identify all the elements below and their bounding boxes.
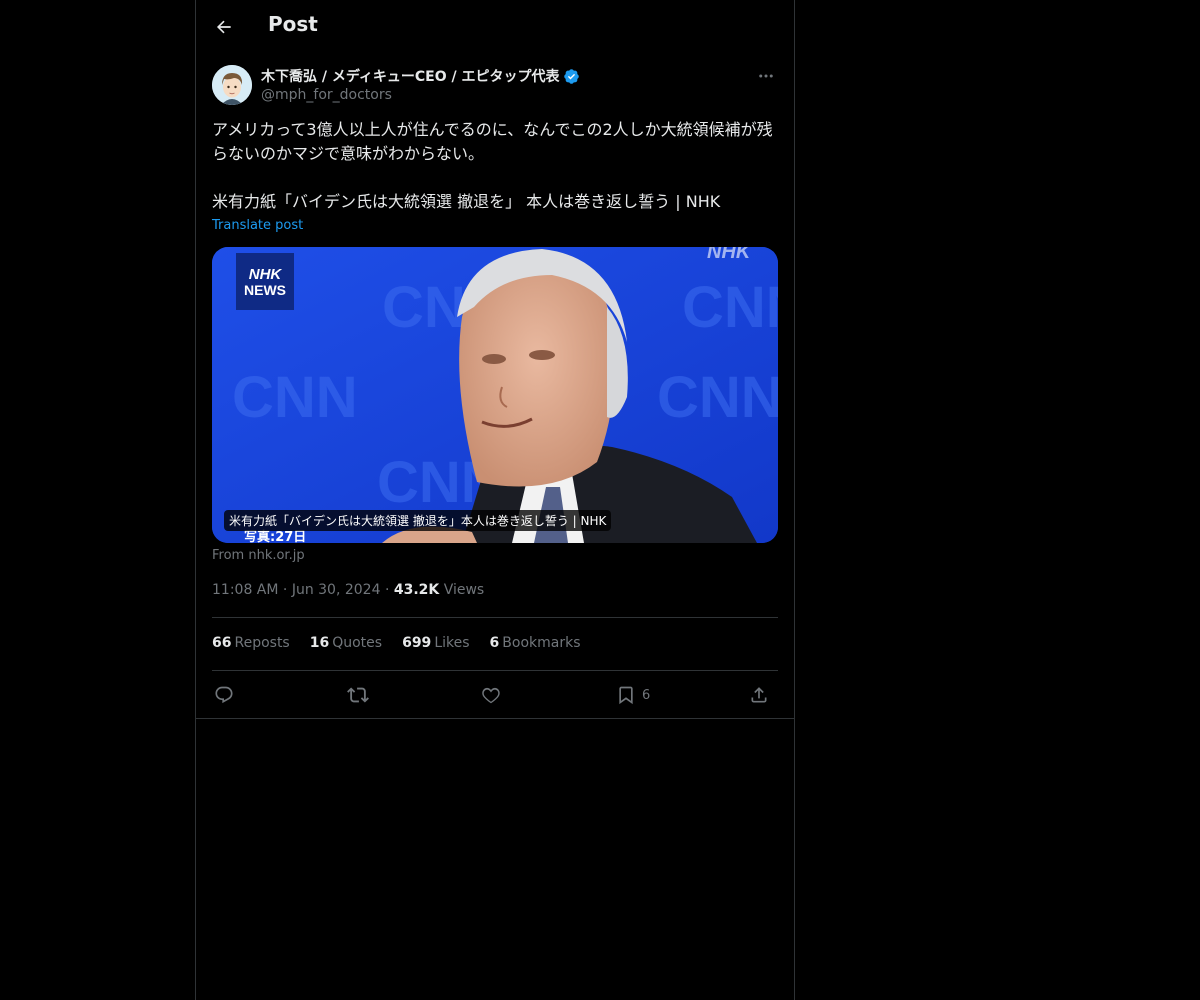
repost-icon — [347, 684, 369, 706]
share-icon — [749, 685, 769, 705]
views-label: Views — [443, 582, 485, 598]
author-display-name[interactable]: 木下喬弘 / メディキューCEO / エピタップ代表 — [261, 66, 580, 86]
bookmark-icon — [616, 684, 636, 706]
share-button[interactable] — [749, 682, 769, 708]
likes-count: 699 — [402, 635, 432, 651]
heart-icon — [481, 685, 501, 705]
reply-button[interactable] — [214, 682, 234, 708]
repost-button[interactable] — [347, 682, 369, 708]
post-author: 木下喬弘 / メディキューCEO / エピタップ代表 @mph_for_doct… — [212, 64, 778, 108]
back-button[interactable] — [210, 13, 238, 41]
author-handle[interactable]: @mph_for_doctors — [261, 87, 392, 103]
post-column: Post 木下喬弘 / メディキューCEO / エピタップ代表 @mph_for… — [195, 0, 795, 1000]
svg-text:CNN: CNN — [682, 275, 778, 340]
post-meta: 11:08 AM · Jun 30, 2024 · 43.2K Views — [212, 582, 484, 598]
nhk-watermark: NHK — [707, 247, 752, 263]
bookmark-button[interactable]: 6 — [616, 682, 650, 708]
reposts-count: 66 — [212, 635, 232, 651]
svg-text:CNN: CNN — [657, 365, 778, 430]
reply-icon — [214, 685, 234, 705]
author-name-text: 木下喬弘 / メディキューCEO / エピタップ代表 — [261, 69, 560, 85]
meta-separator: · — [282, 582, 288, 598]
reposts-label: Reposts — [234, 635, 290, 651]
action-bar: 6 — [212, 682, 778, 708]
more-options-button[interactable] — [754, 64, 778, 88]
svg-text:CNN: CNN — [232, 365, 358, 430]
news-photo: CNN CNN CNN CNN CNN NHK NEWS NHK 写真:27日 — [212, 247, 778, 543]
more-horizontal-icon — [757, 67, 775, 85]
divider — [196, 718, 794, 719]
divider — [212, 617, 778, 618]
post-stats: 66 Reposts 16 Quotes 699 Likes 6 Bookmarks — [212, 635, 581, 651]
post-time[interactable]: 11:08 AM — [212, 582, 278, 598]
link-card[interactable]: CNN CNN CNN CNN CNN NHK NEWS NHK 写真:27日 … — [212, 247, 778, 543]
reposts-stat[interactable]: 66 Reposts — [212, 635, 290, 651]
photo-subtitle: 写真:27日 — [244, 529, 306, 543]
card-caption: 米有力紙「バイデン氏は大統領選 撤退を」本人は巻き返し誓う | NHK — [224, 510, 612, 531]
likes-label: Likes — [434, 635, 470, 651]
verified-badge-icon — [563, 68, 580, 85]
arrow-left-icon — [214, 17, 234, 37]
like-button[interactable] — [481, 682, 501, 708]
quotes-count: 16 — [309, 635, 330, 651]
quotes-stat[interactable]: 16 Quotes — [310, 635, 382, 651]
card-source[interactable]: From nhk.or.jp — [212, 548, 305, 563]
bookmarks-stat[interactable]: 6 Bookmarks — [490, 635, 581, 651]
nhk-logo-line2: NEWS — [244, 282, 286, 298]
post-date[interactable]: Jun 30, 2024 — [292, 582, 381, 598]
avatar[interactable] — [212, 65, 252, 105]
views-count: 43.2K — [393, 582, 440, 598]
likes-stat[interactable]: 699 Likes — [402, 635, 469, 651]
bookmarks-label: Bookmarks — [502, 635, 581, 651]
nhk-logo-line1: NHK — [249, 266, 283, 283]
translate-post-link[interactable]: Translate post — [212, 218, 303, 233]
page-title: Post — [268, 12, 318, 36]
post-text: アメリカって3億人以上人が住んでるのに、なんでこの2人しか大統領候補が残らないの… — [212, 120, 773, 211]
post-header: Post — [196, 0, 794, 54]
bookmark-count: 6 — [642, 687, 651, 703]
bookmarks-count: 6 — [489, 635, 500, 651]
meta-separator: · — [384, 582, 390, 598]
divider — [212, 670, 778, 671]
quotes-label: Quotes — [332, 635, 383, 651]
